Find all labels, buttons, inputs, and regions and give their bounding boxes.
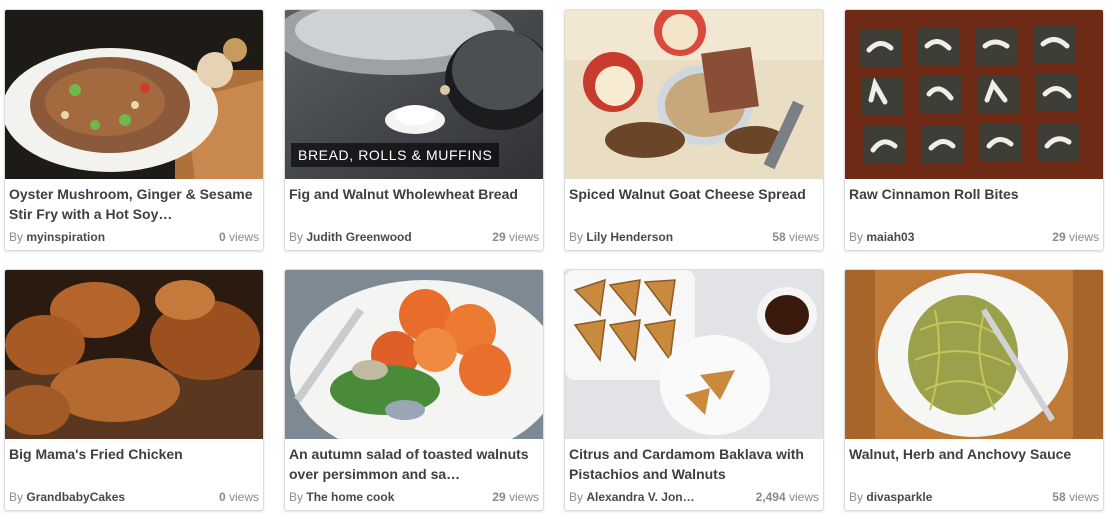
- views-label: views: [1068, 490, 1099, 504]
- flour-and-pot-image[interactable]: BREAD, ROLLS & MUFFINS: [285, 10, 543, 179]
- category-tag[interactable]: BREAD, ROLLS & MUFFINS: [291, 143, 500, 167]
- views-number: 58: [772, 230, 786, 244]
- cinnamon-bites-image[interactable]: [845, 10, 1103, 179]
- recipe-meta: By divasparkle 58 views: [849, 489, 1099, 505]
- view-count: 29 views: [492, 489, 539, 505]
- by-label: By: [289, 490, 304, 504]
- author-link[interactable]: Lily Henderson: [586, 230, 673, 244]
- recipe-meta: By Alexandra V. Jon… 2,494 views: [569, 489, 819, 505]
- walnut-spread-image[interactable]: [565, 10, 823, 179]
- views-label: views: [508, 230, 539, 244]
- by-label: By: [9, 230, 24, 244]
- by-label: By: [289, 230, 304, 244]
- view-count: 2,494 views: [756, 489, 819, 505]
- recipe-meta: By GrandbabyCakes 0 views: [9, 489, 259, 505]
- baklava-image[interactable]: [565, 270, 823, 439]
- author-link[interactable]: Alexandra V. Jon…: [586, 490, 694, 504]
- recipe-title[interactable]: An autumn salad of toasted walnuts over …: [289, 444, 539, 484]
- views-label: views: [228, 230, 259, 244]
- views-number: 29: [492, 490, 506, 504]
- views-number: 29: [1052, 230, 1066, 244]
- views-number: 58: [1052, 490, 1066, 504]
- view-count: 29 views: [1052, 229, 1099, 245]
- author-link[interactable]: The home cook: [306, 490, 394, 504]
- stir-fry-noodles-image[interactable]: [5, 10, 263, 179]
- recipe-card[interactable]: Big Mama's Fried Chicken By GrandbabyCak…: [4, 269, 264, 511]
- views-label: views: [788, 490, 819, 504]
- recipe-card[interactable]: Spiced Walnut Goat Cheese Spread By Lily…: [564, 9, 824, 251]
- views-label: views: [788, 230, 819, 244]
- fried-chicken-image[interactable]: [5, 270, 263, 439]
- recipe-meta: By myinspiration 0 views: [9, 229, 259, 245]
- view-count: 0 views: [219, 489, 259, 505]
- view-count: 29 views: [492, 229, 539, 245]
- recipe-title[interactable]: Citrus and Cardamom Baklava with Pistach…: [569, 444, 819, 484]
- recipe-card[interactable]: BREAD, ROLLS & MUFFINS Fig and Walnut Wh…: [284, 9, 544, 251]
- recipe-title[interactable]: Raw Cinnamon Roll Bites: [849, 184, 1099, 204]
- by-label: By: [9, 490, 24, 504]
- views-number: 29: [492, 230, 506, 244]
- recipe-title[interactable]: Spiced Walnut Goat Cheese Spread: [569, 184, 819, 204]
- recipe-card[interactable]: Raw Cinnamon Roll Bites By maiah03 29 vi…: [844, 9, 1104, 251]
- author-link[interactable]: divasparkle: [866, 490, 932, 504]
- by-label: By: [849, 230, 864, 244]
- author-link[interactable]: Judith Greenwood: [306, 230, 411, 244]
- by-label: By: [849, 490, 864, 504]
- views-label: views: [228, 490, 259, 504]
- recipe-card[interactable]: Oyster Mushroom, Ginger & Sesame Stir Fr…: [4, 9, 264, 251]
- recipe-card[interactable]: Citrus and Cardamom Baklava with Pistach…: [564, 269, 824, 511]
- by-label: By: [569, 230, 584, 244]
- recipe-meta: By The home cook 29 views: [289, 489, 539, 505]
- recipe-card[interactable]: Walnut, Herb and Anchovy Sauce By divasp…: [844, 269, 1104, 511]
- recipe-meta: By maiah03 29 views: [849, 229, 1099, 245]
- recipe-card[interactable]: An autumn salad of toasted walnuts over …: [284, 269, 544, 511]
- recipe-title[interactable]: Oyster Mushroom, Ginger & Sesame Stir Fr…: [9, 184, 259, 224]
- views-label: views: [508, 490, 539, 504]
- recipe-meta: By Lily Henderson 58 views: [569, 229, 819, 245]
- views-label: views: [1068, 230, 1099, 244]
- view-count: 58 views: [1052, 489, 1099, 505]
- views-number: 2,494: [755, 490, 786, 504]
- author-link[interactable]: GrandbabyCakes: [26, 490, 125, 504]
- recipe-title[interactable]: Big Mama's Fried Chicken: [9, 444, 259, 464]
- views-number: 0: [218, 230, 226, 244]
- pesto-spaghetti-image[interactable]: [845, 270, 1103, 439]
- by-label: By: [569, 490, 584, 504]
- view-count: 0 views: [219, 229, 259, 245]
- author-link[interactable]: maiah03: [866, 230, 914, 244]
- views-number: 0: [218, 490, 226, 504]
- recipe-meta: By Judith Greenwood 29 views: [289, 229, 539, 245]
- recipe-grid: Oyster Mushroom, Ginger & Sesame Stir Fr…: [0, 0, 1112, 517]
- recipe-title[interactable]: Walnut, Herb and Anchovy Sauce: [849, 444, 1099, 464]
- persimmon-salad-image[interactable]: [285, 270, 543, 439]
- view-count: 58 views: [772, 229, 819, 245]
- author-link[interactable]: myinspiration: [26, 230, 105, 244]
- recipe-title[interactable]: Fig and Walnut Wholewheat Bread: [289, 184, 539, 204]
